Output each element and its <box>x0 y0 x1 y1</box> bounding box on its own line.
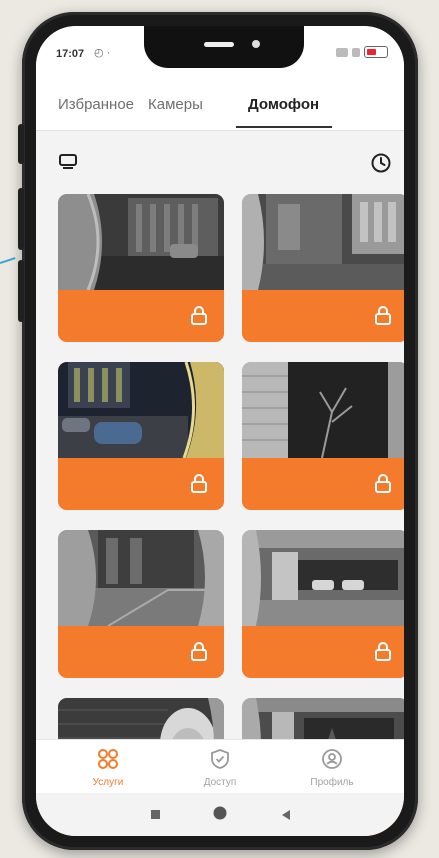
nav-access-label: Доступ <box>203 777 237 788</box>
camera-preview[interactable] <box>58 194 224 290</box>
bottom-navigation: Услуги Доступ Профиль <box>36 739 404 794</box>
nav-profile-label: Профиль <box>310 777 354 788</box>
home-icon[interactable] <box>212 805 228 826</box>
user-icon <box>322 749 342 769</box>
lock-icon[interactable] <box>190 642 208 667</box>
side-button <box>18 124 24 164</box>
card-action-bar <box>242 626 404 678</box>
status-icons <box>336 46 388 58</box>
wifi-icon <box>336 47 348 57</box>
nav-profile[interactable]: Профиль <box>282 748 382 788</box>
intercom-card[interactable] <box>242 362 404 510</box>
intercom-toolbar <box>36 144 404 174</box>
card-action-bar <box>58 290 224 342</box>
nav-services-label: Услуги <box>92 777 124 788</box>
front-camera <box>252 40 260 48</box>
camera-notch <box>144 26 304 68</box>
battery-icon <box>364 46 388 58</box>
nav-services[interactable]: Услуги <box>58 748 158 788</box>
lock-icon[interactable] <box>374 474 392 499</box>
camera-preview[interactable] <box>242 194 404 290</box>
tab-intercom[interactable]: Домофон <box>248 96 319 113</box>
tab-cameras[interactable]: Камеры <box>148 96 203 113</box>
status-bar: 17:07 ◴ · <box>36 26 404 76</box>
app-screen: 17:07 ◴ · Избранное Камеры Домофон Услуг… <box>36 26 404 836</box>
clock-icon[interactable] <box>370 152 392 179</box>
camera-preview[interactable] <box>58 530 224 626</box>
intercom-card[interactable] <box>242 530 404 678</box>
camera-preview[interactable] <box>242 530 404 626</box>
recent-apps-icon[interactable] <box>150 808 162 826</box>
intercom-card[interactable] <box>58 530 224 678</box>
lock-icon[interactable] <box>374 306 392 331</box>
intercom-card[interactable] <box>58 194 224 342</box>
callout-line <box>0 257 16 264</box>
card-action-bar <box>242 458 404 510</box>
lock-icon[interactable] <box>190 474 208 499</box>
tab-bar: Избранное Камеры Домофон <box>36 76 404 131</box>
volume-down-button <box>18 260 24 322</box>
speaker-grille <box>204 42 234 47</box>
card-action-bar <box>58 626 224 678</box>
system-nav-bar <box>36 793 404 836</box>
back-icon[interactable] <box>280 808 292 826</box>
status-time: 17:07 <box>56 48 85 60</box>
lock-icon[interactable] <box>374 642 392 667</box>
camera-preview[interactable] <box>58 362 224 458</box>
grid-icon <box>98 749 118 769</box>
card-action-bar <box>242 290 404 342</box>
status-indicator: ◴ · <box>94 47 111 59</box>
lock-icon[interactable] <box>190 306 208 331</box>
volume-up-button <box>18 188 24 250</box>
nav-access[interactable]: Доступ <box>170 748 270 788</box>
signal-icon <box>352 47 360 57</box>
tab-favorites[interactable]: Избранное <box>58 96 134 113</box>
phone-frame: 17:07 ◴ · Избранное Камеры Домофон Услуг… <box>18 12 418 850</box>
camera-preview[interactable] <box>242 362 404 458</box>
intercom-card[interactable] <box>58 362 224 510</box>
card-action-bar <box>58 458 224 510</box>
intercom-card[interactable] <box>242 194 404 342</box>
active-tab-indicator <box>236 126 332 128</box>
shield-check-icon <box>211 749 229 769</box>
monitor-icon[interactable] <box>58 154 78 175</box>
